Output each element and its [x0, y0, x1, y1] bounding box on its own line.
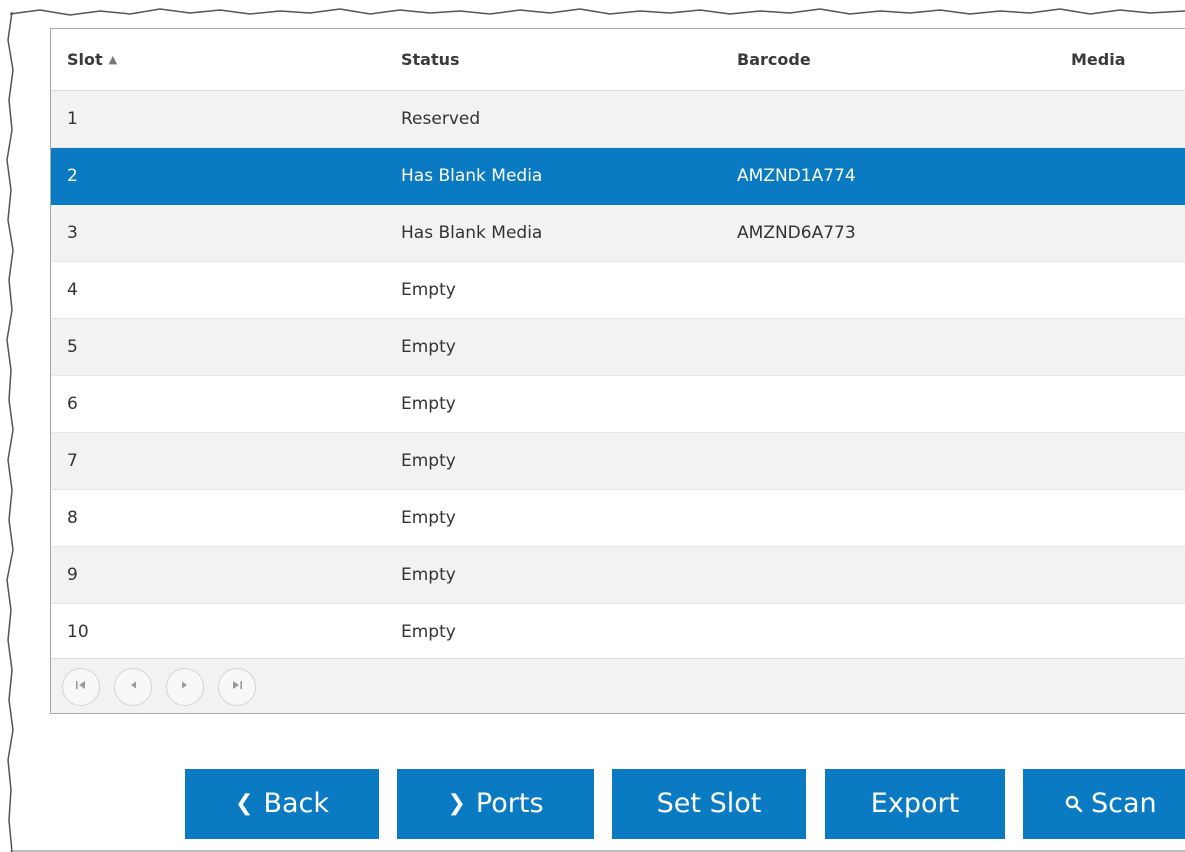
table-row[interactable]: 10 Empty — [51, 603, 1185, 661]
cell-status: Empty — [385, 261, 721, 319]
column-header-barcode[interactable]: Barcode — [721, 29, 1055, 91]
column-header-slot[interactable]: Slot ▲ — [51, 29, 385, 91]
action-bar: ❮ Back ❯ Ports Set Slot Export Scan — [0, 769, 1185, 839]
scan-button-label: Scan — [1091, 788, 1157, 819]
ports-button-label: Ports — [475, 788, 544, 819]
cell-media — [1055, 546, 1185, 604]
pagination-bar — [51, 658, 1185, 713]
table-row[interactable]: 8 Empty — [51, 489, 1185, 547]
cell-media — [1055, 204, 1185, 262]
sort-ascending-icon: ▲ — [108, 53, 118, 66]
cell-status: Empty — [385, 375, 721, 433]
cell-barcode — [721, 261, 1055, 319]
previous-page-icon — [131, 681, 136, 689]
cell-media — [1055, 261, 1185, 319]
cell-media — [1055, 375, 1185, 433]
cell-slot: 3 — [51, 204, 385, 262]
last-page-button[interactable] — [218, 668, 256, 706]
cell-slot: 1 — [51, 90, 385, 148]
cell-slot: 8 — [51, 489, 385, 547]
table-row[interactable]: 4 Empty — [51, 261, 1185, 319]
cell-barcode — [721, 90, 1055, 148]
cell-slot: 2 — [51, 147, 385, 205]
cell-slot: 6 — [51, 375, 385, 433]
table-row[interactable]: 5 Empty — [51, 318, 1185, 376]
cell-slot: 4 — [51, 261, 385, 319]
ports-button[interactable]: ❯ Ports — [397, 769, 594, 839]
cell-status: Empty — [385, 432, 721, 490]
cell-barcode — [721, 489, 1055, 547]
next-page-icon — [182, 681, 187, 689]
last-page-icon — [233, 681, 242, 689]
set-slot-button-label: Set Slot — [656, 788, 762, 819]
cell-media — [1055, 90, 1185, 148]
chevron-left-icon: ❮ — [235, 791, 254, 816]
cell-barcode — [721, 546, 1055, 604]
previous-page-button[interactable] — [114, 668, 152, 706]
cell-status: Empty — [385, 489, 721, 547]
back-button[interactable]: ❮ Back — [185, 769, 379, 839]
cell-media — [1055, 603, 1185, 661]
table-row[interactable]: 3 Has Blank Media AMZND6A773 — [51, 204, 1185, 262]
cell-status: Has Blank Media — [385, 147, 721, 205]
cell-status: Empty — [385, 603, 721, 661]
export-button[interactable]: Export — [825, 769, 1005, 839]
cell-slot: 5 — [51, 318, 385, 376]
set-slot-button[interactable]: Set Slot — [612, 769, 806, 839]
table-row[interactable]: 7 Empty — [51, 432, 1185, 490]
back-button-label: Back — [263, 788, 329, 819]
first-page-icon — [76, 681, 85, 689]
column-header-status[interactable]: Status — [385, 29, 721, 91]
cell-status: Reserved — [385, 90, 721, 148]
export-button-label: Export — [870, 788, 960, 819]
cell-media — [1055, 147, 1185, 205]
cell-slot: 7 — [51, 432, 385, 490]
cell-slot: 9 — [51, 546, 385, 604]
cell-slot: 10 — [51, 603, 385, 661]
cell-media — [1055, 432, 1185, 490]
chevron-right-icon: ❯ — [447, 791, 466, 816]
slots-panel: Slot ▲ Status Barcode Media 1 Reserved 2 … — [50, 28, 1185, 714]
cell-barcode — [721, 603, 1055, 661]
column-header-label: Slot — [67, 50, 103, 69]
cell-status: Has Blank Media — [385, 204, 721, 262]
column-header-label: Status — [401, 50, 460, 69]
table-row[interactable]: 9 Empty — [51, 546, 1185, 604]
cell-barcode — [721, 375, 1055, 433]
cell-barcode — [721, 432, 1055, 490]
next-page-button[interactable] — [166, 668, 204, 706]
slots-table: Slot ▲ Status Barcode Media 1 Reserved 2 … — [51, 29, 1185, 661]
column-header-media[interactable]: Media — [1055, 29, 1185, 91]
cell-barcode — [721, 318, 1055, 376]
table-row-selected[interactable]: 2 Has Blank Media AMZND1A774 — [51, 147, 1185, 205]
table-row[interactable]: 6 Empty — [51, 375, 1185, 433]
column-header-label: Barcode — [737, 50, 811, 69]
cell-status: Empty — [385, 318, 721, 376]
table-row[interactable]: 1 Reserved — [51, 90, 1185, 148]
scan-button[interactable]: Scan — [1023, 769, 1185, 839]
table-header-row: Slot ▲ Status Barcode Media — [51, 29, 1185, 91]
cell-barcode: AMZND6A773 — [721, 204, 1055, 262]
cell-status: Empty — [385, 546, 721, 604]
cell-barcode: AMZND1A774 — [721, 147, 1055, 205]
cell-media — [1055, 489, 1185, 547]
column-header-label: Media — [1071, 50, 1126, 69]
cell-media — [1055, 318, 1185, 376]
search-icon — [1065, 795, 1083, 813]
first-page-button[interactable] — [62, 668, 100, 706]
